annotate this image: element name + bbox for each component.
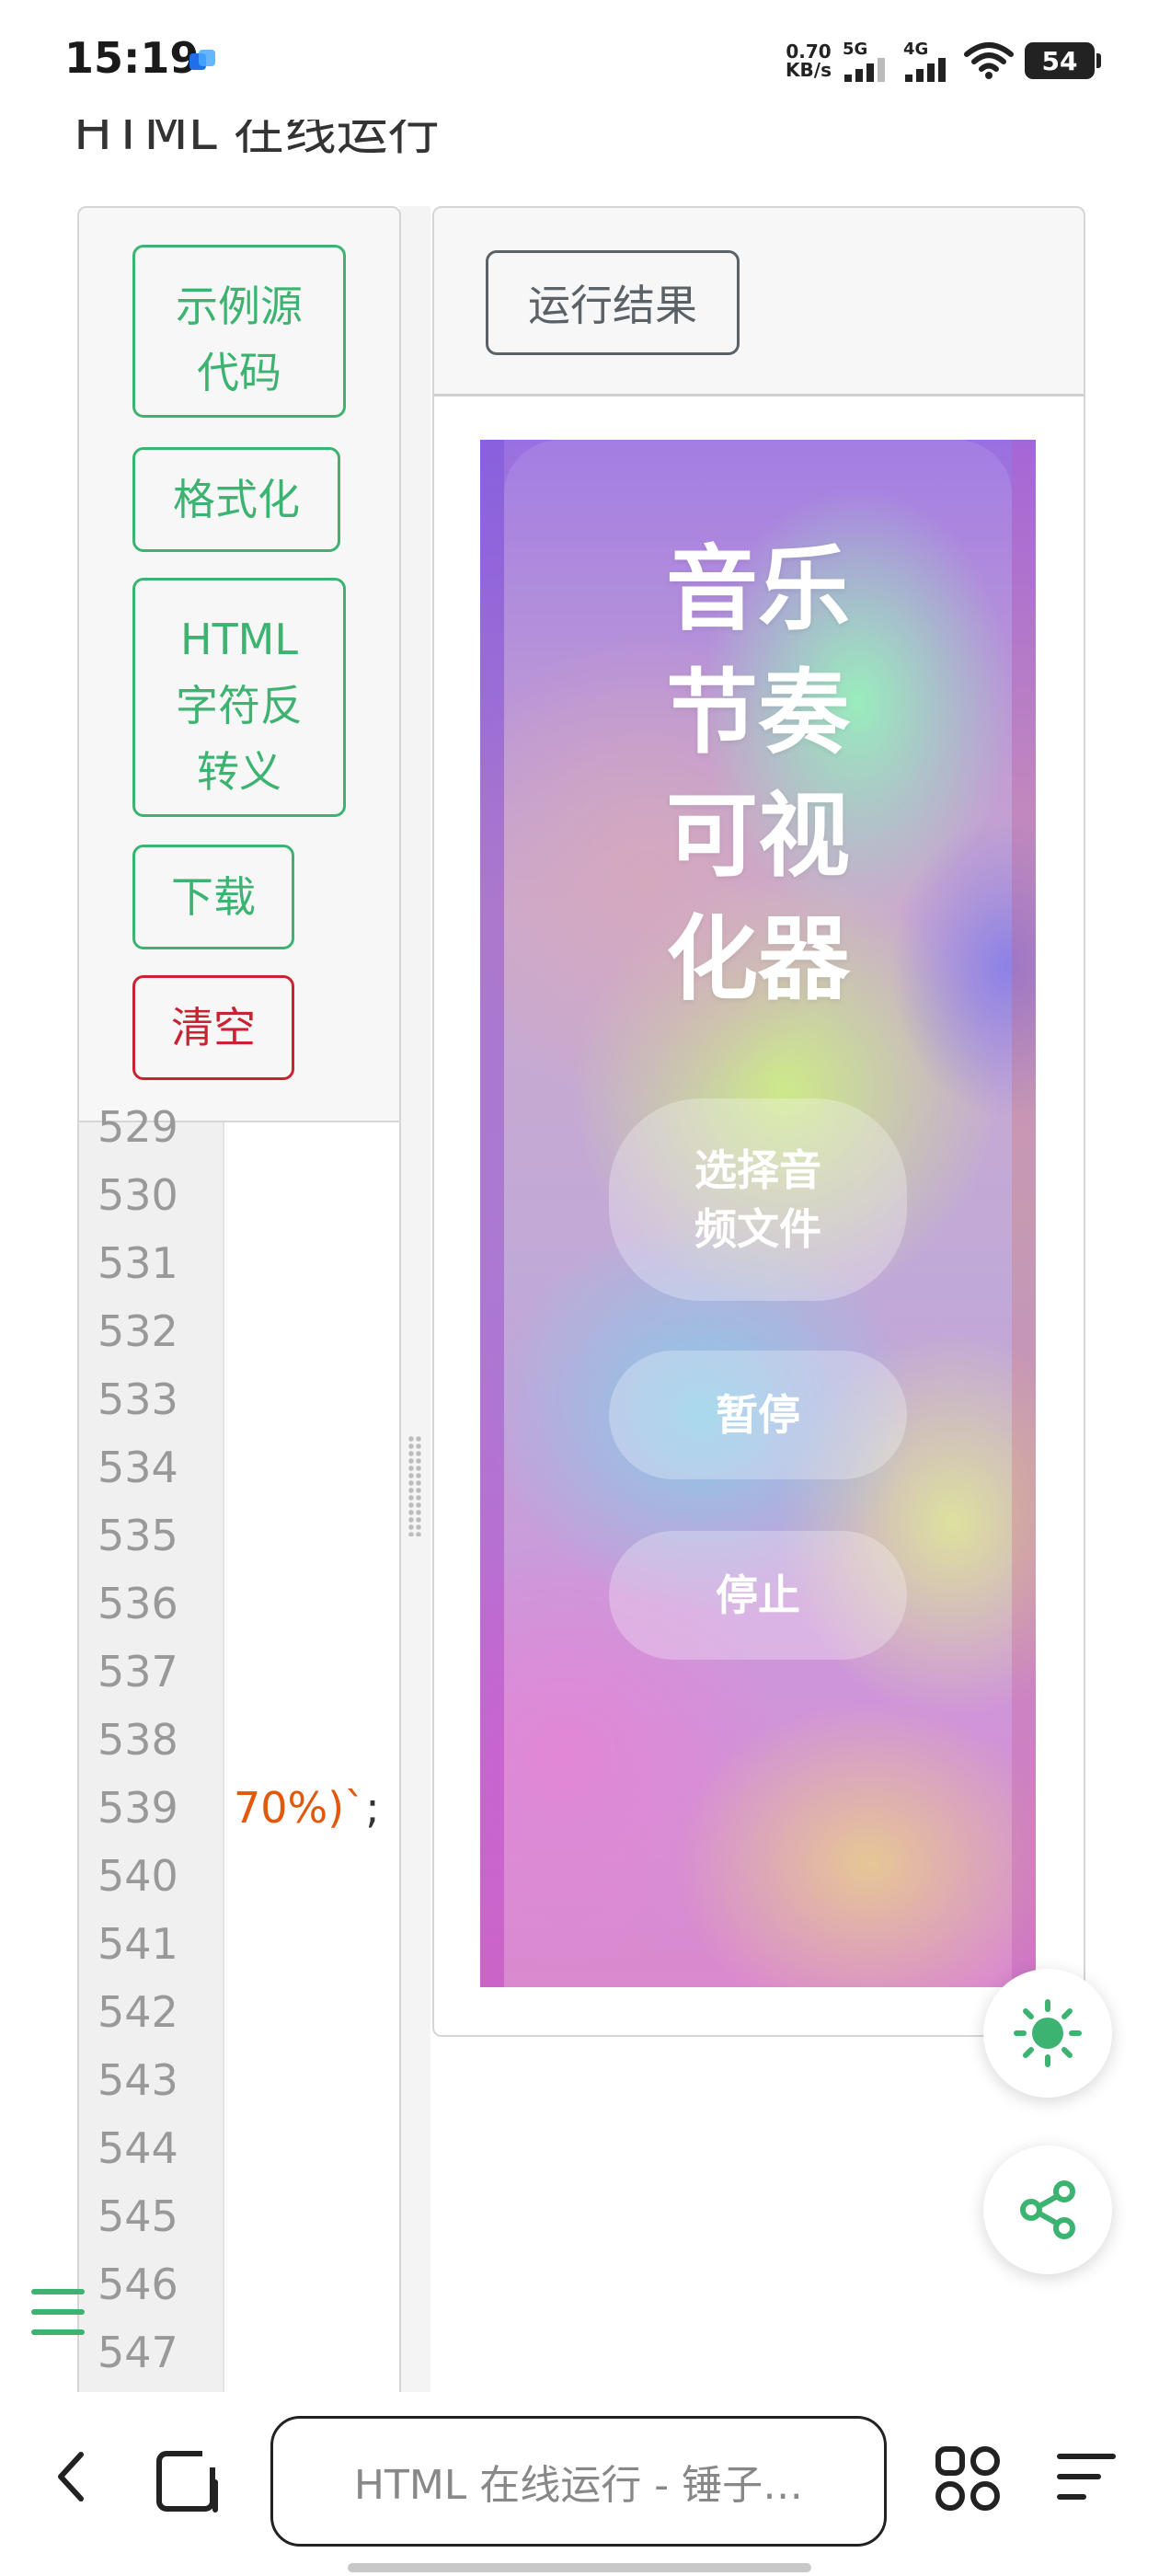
net-speed: 0.70 KB/s — [786, 40, 832, 81]
result-header: 运行结果 — [434, 208, 1084, 397]
line-number: 545 — [98, 2191, 178, 2241]
home-indicator[interactable] — [348, 2563, 811, 2572]
apps-grid-icon[interactable] — [935, 2445, 1001, 2512]
line-number: 531 — [98, 1238, 178, 1288]
clear-button[interactable]: 清空 — [132, 975, 294, 1080]
line-number: 544 — [98, 2123, 178, 2173]
preview-frame: 音乐 节奏 可视 化器 选择音 频文件 暂停 停止 — [480, 440, 1036, 1987]
signal-5g-icon: 5G — [843, 40, 892, 82]
back-icon[interactable] — [52, 2447, 88, 2506]
line-number: 542 — [98, 1987, 178, 2037]
preview-title: 音乐 节奏 可视 化器 — [666, 535, 850, 1013]
browser-bottom-bar: HTML 在线运行 - 锤子… — [0, 2392, 1159, 2576]
battery-icon: 54 — [1025, 42, 1101, 79]
share-button[interactable] — [983, 2145, 1112, 2274]
line-number: 532 — [98, 1306, 178, 1356]
theme-toggle-button[interactable] — [983, 1969, 1112, 2098]
panel-splitter[interactable] — [399, 206, 430, 2392]
address-bar[interactable]: HTML 在线运行 - 锤子… — [270, 2416, 887, 2547]
wifi-icon — [964, 42, 1014, 79]
editor-panel: 示例源 代码 格式化 HTML 字符反 转义 下载 清空 529 530 531… — [77, 206, 401, 2396]
format-button[interactable]: 格式化 — [132, 447, 340, 552]
stop-button[interactable]: 停止 — [609, 1531, 907, 1660]
menu-lines-icon[interactable] — [1056, 2449, 1117, 2504]
line-number: 539 — [98, 1783, 178, 1833]
drag-handle-icon[interactable] — [407, 1435, 422, 1536]
run-result-button[interactable]: 运行结果 — [486, 250, 740, 355]
line-number: 546 — [98, 2260, 178, 2309]
toolbar: 示例源 代码 格式化 HTML 字符反 转义 下载 清空 — [79, 208, 399, 1122]
line-number: 543 — [98, 2055, 178, 2105]
result-panel: 运行结果 音乐 节奏 可视 化器 选择音 频文件 暂停 停止 — [432, 206, 1085, 2037]
download-button[interactable]: 下载 — [132, 845, 294, 949]
app-notification-icon — [189, 50, 215, 70]
line-number: 541 — [98, 1919, 178, 1969]
line-number: 538 — [98, 1715, 178, 1765]
address-bar-text: HTML 在线运行 - 锤子… — [353, 2462, 804, 2509]
line-number: 535 — [98, 1511, 178, 1560]
select-audio-button[interactable]: 选择音 频文件 — [609, 1098, 907, 1301]
line-number: 547 — [98, 2328, 178, 2377]
line-number: 533 — [98, 1374, 178, 1424]
hamburger-menu-icon[interactable] — [31, 2289, 85, 2335]
line-number: 536 — [98, 1579, 178, 1628]
tab-switch-icon[interactable] — [155, 2445, 224, 2515]
sun-icon — [1014, 1999, 1082, 2067]
code-editor[interactable]: 529 530 531 532 533 534 535 536 537 538 … — [79, 1102, 399, 2394]
example-source-button[interactable]: 示例源 代码 — [132, 245, 346, 418]
line-number: 534 — [98, 1443, 178, 1492]
status-indicators: 0.70 KB/s 5G 4G 54 — [786, 37, 1101, 85]
status-time: 15:19 — [64, 33, 200, 83]
status-bar: 15:19 0.70 KB/s 5G 4G 54 — [0, 0, 1159, 120]
line-number: 529 — [98, 1102, 178, 1152]
share-icon — [1020, 2180, 1075, 2239]
pause-button[interactable]: 暂停 — [609, 1351, 907, 1479]
line-number: 537 — [98, 1647, 178, 1696]
line-gutter: 529 530 531 532 533 534 535 536 537 538 … — [79, 1102, 224, 2394]
signal-4g-icon: 4G — [903, 40, 953, 82]
code-line: 70%)`; — [234, 1783, 380, 1833]
line-number: 540 — [98, 1851, 178, 1901]
html-unescape-button[interactable]: HTML 字符反 转义 — [132, 578, 346, 817]
line-number: 530 — [98, 1170, 178, 1220]
